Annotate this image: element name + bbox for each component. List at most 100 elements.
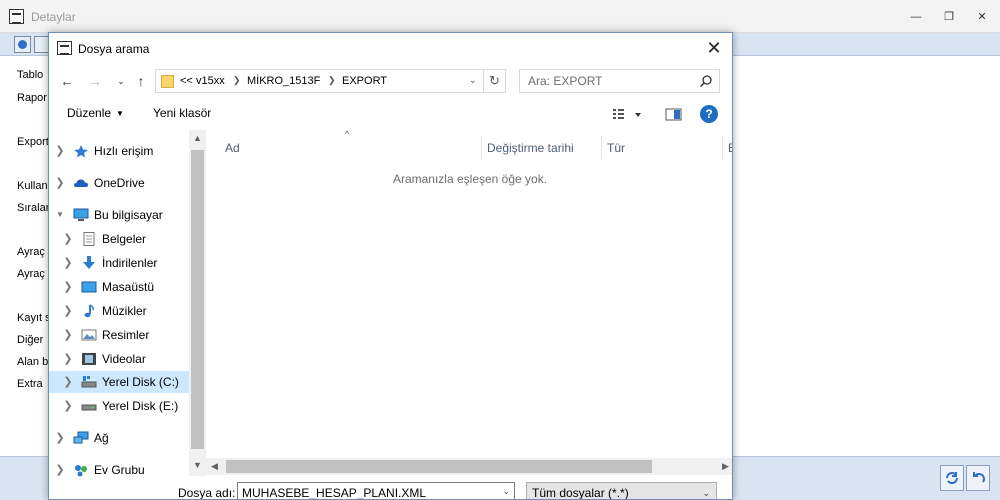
breadcrumb-separator-icon[interactable]: ❯	[328, 75, 336, 86]
downloads-icon	[83, 256, 95, 269]
filename-combobox[interactable]: ⌄	[237, 482, 515, 499]
new-folder-button[interactable]: Yeni klasör	[153, 106, 211, 120]
app-label: Ayraç	[17, 268, 45, 280]
nav-item-label: OneDrive	[94, 176, 145, 190]
nav-item-videos[interactable]: ❯ Videolar	[49, 348, 189, 370]
app-label: Diğer	[17, 334, 44, 346]
chevron-right-icon[interactable]: ❯	[55, 176, 65, 189]
breadcrumb-item[interactable]: v15xx	[196, 75, 225, 87]
view-options-button[interactable]	[610, 105, 642, 123]
organize-label: Düzenle	[67, 106, 112, 120]
column-header-type[interactable]: Tür	[602, 136, 723, 160]
nav-item-drive-c[interactable]: ❯ Yerel Disk (C:)	[49, 371, 189, 393]
maximize-icon[interactable]: ❐	[937, 8, 961, 26]
scroll-left-icon[interactable]: ◀	[206, 458, 223, 475]
dialog-title-bar: Dosya arama ✕	[49, 33, 732, 63]
filetype-select[interactable]: Tüm dosyalar (*.*) ⌄	[526, 482, 717, 500]
network-icon	[73, 431, 89, 444]
back-arrow-icon[interactable]: ←	[57, 71, 77, 91]
chevron-right-icon[interactable]: ❯	[55, 463, 65, 476]
preview-pane-button[interactable]	[664, 105, 684, 123]
up-arrow-icon[interactable]: ↑	[131, 71, 151, 91]
nav-item-drive-e[interactable]: ❯ Yerel Disk (E:)	[49, 395, 189, 417]
breadcrumb-overflow[interactable]: <<	[180, 75, 193, 87]
nav-item-network[interactable]: ❯ Ağ	[49, 427, 189, 449]
navigation-pane: ❯ Hızlı erişim ❯ OneDrive ▼ Bu bilgisaya…	[49, 130, 205, 477]
scrollbar-thumb[interactable]	[191, 150, 204, 449]
address-dropdown-icon[interactable]: ⌄	[469, 75, 477, 86]
music-icon	[84, 304, 94, 318]
app-label: Kullan	[17, 180, 48, 192]
nav-item-onedrive[interactable]: ❯ OneDrive	[49, 172, 189, 194]
chevron-down-icon[interactable]: ▼	[55, 210, 65, 219]
nav-item-label: İndirilenler	[102, 256, 158, 270]
undo-action-icon[interactable]	[966, 465, 990, 491]
filetype-value: Tüm dosyalar (*.*)	[532, 486, 629, 500]
minimize-icon[interactable]: —	[904, 8, 928, 26]
scroll-right-icon[interactable]: ▶	[717, 458, 732, 475]
nav-item-label: Belgeler	[102, 232, 147, 246]
address-bar[interactable]: << v15xx ❯ MİKRO_1513F ❯ EXPORT ⌄ ↻	[155, 69, 506, 93]
chevron-right-icon[interactable]: ❯	[55, 144, 65, 157]
chevron-right-icon[interactable]: ❯	[63, 328, 73, 341]
file-dialog: Dosya arama ✕ ← → ⌄ ↑ << v15xx ❯ MİKRO_1…	[48, 32, 733, 500]
chevron-right-icon[interactable]: ❯	[63, 280, 73, 293]
app-icon	[9, 9, 24, 24]
column-header-size[interactable]: B	[723, 136, 732, 160]
breadcrumb-separator-icon[interactable]: ❯	[233, 75, 241, 86]
empty-message: Aramanızla eşleşen öğe yok.	[392, 172, 548, 186]
nav-item-documents[interactable]: ❯ Belgeler	[49, 228, 189, 250]
scroll-up-icon[interactable]: ▲	[189, 130, 206, 147]
nav-item-label: Masaüstü	[102, 280, 155, 294]
chevron-right-icon[interactable]: ❯	[63, 375, 73, 388]
dialog-close-icon[interactable]: ✕	[704, 38, 724, 58]
nav-scrollbar[interactable]: ▲ ▼	[189, 130, 206, 476]
nav-item-homegroup[interactable]: ❯ Ev Grubu	[49, 459, 189, 481]
videos-icon	[82, 353, 96, 365]
help-icon[interactable]: ?	[700, 105, 718, 123]
documents-icon	[83, 232, 95, 246]
chevron-right-icon[interactable]: ❯	[63, 232, 73, 245]
chevron-right-icon[interactable]: ❯	[63, 352, 73, 365]
search-icon[interactable]	[699, 74, 713, 88]
search-input[interactable]	[520, 70, 695, 92]
close-icon[interactable]: ✕	[970, 8, 994, 26]
pictures-icon	[81, 329, 97, 341]
nav-item-music[interactable]: ❯ Müzikler	[49, 300, 189, 322]
file-list: ^ Ad Değiştirme tarihi Tür B Aramanızla …	[206, 129, 732, 458]
scrollbar-thumb[interactable]	[226, 460, 652, 473]
nav-item-label: Videolar	[102, 352, 146, 366]
folder-icon	[161, 75, 174, 88]
breadcrumb-item[interactable]: EXPORT	[342, 75, 387, 87]
refresh-action-icon[interactable]	[940, 465, 964, 491]
nav-item-downloads[interactable]: ❯ İndirilenler	[49, 252, 189, 274]
app-label: Ayraç	[17, 246, 45, 258]
scroll-down-icon[interactable]: ▼	[189, 457, 206, 474]
chevron-down-icon[interactable]: ⌄	[502, 486, 510, 497]
column-header-name[interactable]: Ad	[206, 136, 482, 160]
file-list-hscrollbar[interactable]: ◀ ▶	[206, 458, 732, 475]
column-header-date[interactable]: Değiştirme tarihi	[482, 136, 602, 160]
chevron-right-icon[interactable]: ❯	[63, 304, 73, 317]
app-label: Tablo	[17, 69, 44, 81]
organize-button[interactable]: Düzenle ▼	[67, 106, 124, 120]
chevron-right-icon[interactable]: ❯	[63, 256, 73, 269]
recent-chevron-icon[interactable]: ⌄	[111, 71, 131, 91]
nav-item-label: Hızlı erişim	[94, 144, 154, 158]
chevron-right-icon[interactable]: ❯	[55, 431, 65, 444]
app-title-bar: Detaylar — ❐ ✕	[0, 0, 1000, 33]
nav-item-this-pc[interactable]: ▼ Bu bilgisayar	[49, 204, 189, 226]
nav-item-pictures[interactable]: ❯ Resimler	[49, 324, 189, 346]
info-icon[interactable]	[14, 36, 31, 53]
nav-item-label: Ağ	[94, 431, 109, 445]
breadcrumb-item[interactable]: MİKRO_1513F	[247, 75, 320, 87]
nav-item-quick-access[interactable]: ❯ Hızlı erişim	[49, 140, 189, 162]
search-box[interactable]	[519, 69, 720, 93]
filename-input[interactable]	[238, 483, 494, 499]
app-label: Alan b	[17, 356, 49, 368]
refresh-icon[interactable]: ↻	[483, 70, 505, 92]
chevron-right-icon[interactable]: ❯	[63, 399, 73, 412]
nav-item-desktop[interactable]: ❯ Masaüstü	[49, 276, 189, 298]
app-label: Sıralan	[17, 202, 52, 214]
forward-arrow-icon[interactable]: →	[85, 71, 105, 91]
